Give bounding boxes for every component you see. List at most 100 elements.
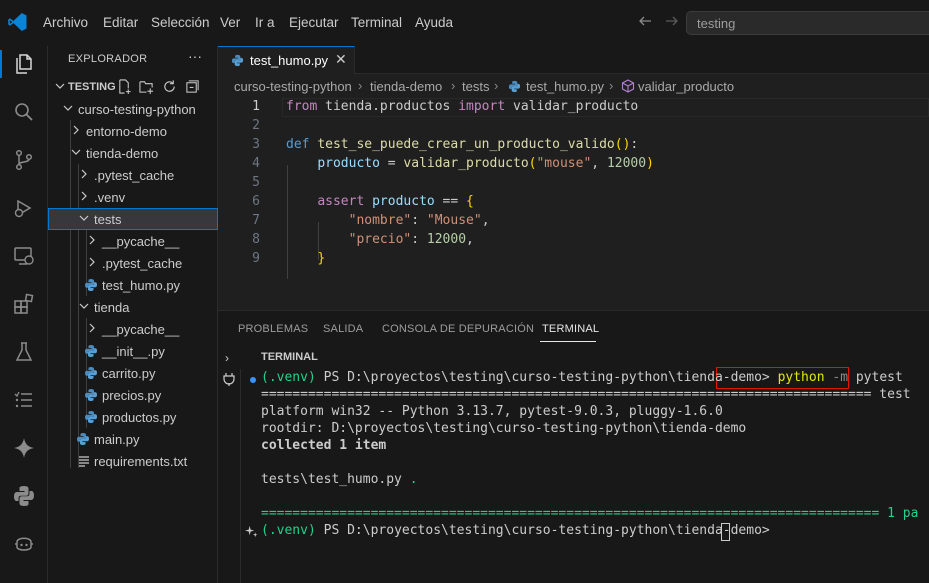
breadcrumb: curso-testing-python › tienda-demo › tes… xyxy=(218,74,929,98)
tree-folder-entorno-demo[interactable]: entorno-demo xyxy=(48,120,218,142)
chevron-right-icon[interactable]: › xyxy=(225,351,229,365)
tree-folder-pycache[interactable]: __pycache__ xyxy=(48,230,218,252)
breadcrumb-item[interactable]: tests xyxy=(462,79,489,94)
tree-folder-pytest-cache[interactable]: .pytest_cache xyxy=(48,252,218,274)
chevron-right-icon xyxy=(81,169,87,179)
line-number: 8 xyxy=(252,232,260,247)
breadcrumb-item[interactable]: test_humo.py xyxy=(526,79,604,94)
tree-file-productos[interactable]: productos.py xyxy=(48,406,218,428)
python-icon[interactable] xyxy=(12,484,36,508)
arrow-left-icon[interactable] xyxy=(637,13,653,29)
refresh-icon[interactable] xyxy=(162,79,177,94)
line-number: 5 xyxy=(252,175,260,190)
tree-label: entorno-demo xyxy=(86,124,167,139)
search-icon[interactable] xyxy=(12,100,36,124)
punct-token: , xyxy=(481,213,490,228)
tab-test-humo[interactable]: test_humo.py ✕ xyxy=(218,46,355,74)
code-line: } xyxy=(286,251,325,266)
menu-archivo[interactable]: Archivo xyxy=(43,15,88,30)
tree-folder-venv[interactable]: .venv xyxy=(48,186,218,208)
tree-file-precios[interactable]: precios.py xyxy=(48,384,218,406)
tab-problemas[interactable]: PROBLEMAS xyxy=(238,323,308,335)
close-icon[interactable]: ✕ xyxy=(335,51,347,68)
chevron-right-icon: › xyxy=(451,78,456,93)
python-file-icon xyxy=(85,345,97,357)
bottom-panel: PROBLEMAS SALIDA CONSOLA DE DEPURACIÓN T… xyxy=(218,310,929,583)
number-token: 12000 xyxy=(426,232,467,247)
python-file-icon xyxy=(85,279,97,291)
run-debug-icon[interactable] xyxy=(12,196,36,220)
copilot-sparkle-icon[interactable] xyxy=(12,436,36,460)
tree-label: requirements.txt xyxy=(94,454,188,469)
github-copilot-icon[interactable] xyxy=(12,532,36,556)
menu-ejecutar[interactable]: Ejecutar xyxy=(289,15,339,30)
tree-label: productos.py xyxy=(102,410,177,425)
test-list-icon[interactable] xyxy=(12,388,36,412)
tree-label: .pytest_cache xyxy=(102,256,183,271)
breadcrumb-item[interactable]: validar_producto xyxy=(638,79,734,94)
tab-consola-depuracion[interactable]: CONSOLA DE DEPURACIÓN xyxy=(382,323,534,335)
tree-file-requirements[interactable]: requirements.txt xyxy=(48,450,218,472)
python-file-icon xyxy=(85,367,97,379)
menu-ayuda[interactable]: Ayuda xyxy=(415,15,453,30)
terminal-cursor[interactable] xyxy=(721,523,730,541)
tree-folder-tienda-demo[interactable]: tienda-demo xyxy=(48,142,218,164)
code-line: "nombre": "Mouse", xyxy=(286,213,490,228)
more-actions-icon[interactable]: ··· xyxy=(188,48,202,64)
tree-folder-pytest-cache[interactable]: .pytest_cache xyxy=(48,164,218,186)
extensions-icon[interactable] xyxy=(12,292,36,316)
tree-file-carrito[interactable]: carrito.py xyxy=(48,362,218,384)
editor-tab-bar: test_humo.py ✕ xyxy=(218,46,929,74)
activity-bar xyxy=(0,46,48,583)
chevron-down-icon xyxy=(79,215,89,221)
tree-folder-pycache[interactable]: __pycache__ xyxy=(48,318,218,340)
tree-folder-tests[interactable]: tests xyxy=(48,208,218,230)
tree-folder-tienda[interactable]: tienda xyxy=(48,296,218,318)
code-editor[interactable]: 1 2 3 4 5 6 7 8 9 from tienda.productos … xyxy=(218,98,929,310)
tree-label: carrito.py xyxy=(102,366,156,381)
python-file-icon xyxy=(77,433,89,445)
tree-file-init[interactable]: __init__.py xyxy=(48,340,218,362)
variable-token: producto xyxy=(317,156,380,171)
collapse-all-icon[interactable] xyxy=(185,79,200,94)
menu-ir-a[interactable]: Ir a xyxy=(255,15,275,30)
new-file-icon[interactable] xyxy=(117,79,132,94)
tree-folder-curso-testing-python[interactable]: curso-testing-python xyxy=(48,98,218,120)
explorer-files-icon[interactable] xyxy=(12,52,36,76)
source-control-icon[interactable] xyxy=(12,148,36,172)
number-token: 12000 xyxy=(606,156,647,171)
new-folder-icon[interactable] xyxy=(139,79,154,94)
menu-seleccion[interactable]: Selección xyxy=(151,15,210,30)
plug-icon xyxy=(223,373,235,386)
testing-beaker-icon[interactable] xyxy=(12,340,36,364)
line-number: 7 xyxy=(252,213,260,228)
tab-terminal[interactable]: TERMINAL xyxy=(542,323,599,335)
terminal-section-header[interactable]: › TERMINAL xyxy=(218,347,929,369)
workspace-root[interactable]: TESTING xyxy=(48,76,218,98)
tree-label: curso-testing-python xyxy=(78,102,196,117)
line-number: 2 xyxy=(252,118,260,133)
workspace-root-label: TESTING xyxy=(68,81,116,93)
punct-token: : xyxy=(411,232,427,247)
tab-salida[interactable]: SALIDA xyxy=(323,323,363,335)
menu-terminal[interactable]: Terminal xyxy=(351,15,402,30)
sparkle-icon xyxy=(245,525,258,538)
breadcrumb-item[interactable]: tienda-demo xyxy=(370,79,442,94)
menu-ver[interactable]: Ver xyxy=(220,15,240,30)
line-number: 1 xyxy=(252,99,260,114)
python-file-icon xyxy=(231,54,244,67)
prompt-path: PS D:\proyectos\testing\curso-testing-py… xyxy=(315,370,778,385)
punct-token: : xyxy=(411,213,427,228)
remote-explorer-icon[interactable] xyxy=(12,244,36,268)
tree-file-test-humo[interactable]: test_humo.py xyxy=(48,274,218,296)
chevron-right-icon: › xyxy=(494,78,499,93)
breadcrumb-item[interactable]: curso-testing-python xyxy=(234,79,352,94)
arrow-right-icon[interactable] xyxy=(664,13,680,29)
tree-label: tests xyxy=(94,212,122,227)
terminal-line: tests\test_humo.py . xyxy=(261,472,418,487)
menu-editar[interactable]: Editar xyxy=(103,15,138,30)
tree-file-main[interactable]: main.py xyxy=(48,428,218,450)
command-center-search[interactable]: testing xyxy=(686,11,929,35)
chevron-down-icon xyxy=(71,149,81,155)
chevron-right-icon xyxy=(89,235,95,245)
